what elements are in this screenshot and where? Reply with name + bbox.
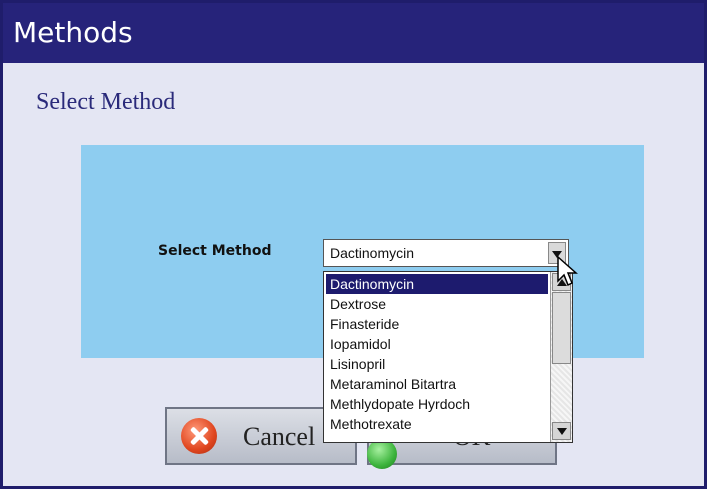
- dropdown-option[interactable]: Iopamidol: [326, 334, 548, 354]
- mouse-pointer-icon: [557, 255, 578, 287]
- select-method-label: Select Method: [158, 243, 272, 259]
- dropdown-option[interactable]: Dactinomycin: [326, 274, 548, 294]
- scrollbar-thumb[interactable]: [552, 292, 571, 364]
- ok-icon: [367, 439, 397, 469]
- method-select[interactable]: Dactinomycin: [323, 239, 569, 267]
- dropdown-option[interactable]: Methlydopate Hyrdoch: [326, 394, 548, 414]
- dropdown-option[interactable]: Metaraminol Bitartra: [326, 374, 548, 394]
- dropdown-option[interactable]: Finasteride: [326, 314, 548, 334]
- dropdown-option[interactable]: Methotrexate: [326, 414, 548, 434]
- list-scrollbar[interactable]: [550, 272, 572, 442]
- cancel-button-label: Cancel: [243, 422, 316, 451]
- methods-dialog: Methods Select Method Cancel OK Select M…: [0, 0, 707, 489]
- section-heading: Select Method: [36, 89, 176, 115]
- chevron-down-icon: [557, 428, 567, 435]
- cancel-icon: [181, 418, 217, 454]
- window-title: Methods: [13, 16, 133, 49]
- method-select-value: Dactinomycin: [330, 245, 415, 261]
- dropdown-option[interactable]: Lisinopril: [326, 354, 548, 374]
- title-bar: Methods: [3, 3, 704, 63]
- dropdown-option[interactable]: Dextrose: [326, 294, 548, 314]
- scroll-down-button[interactable]: [552, 422, 571, 440]
- method-dropdown-list[interactable]: Dactinomycin Dextrose Finasteride Iopami…: [323, 271, 573, 443]
